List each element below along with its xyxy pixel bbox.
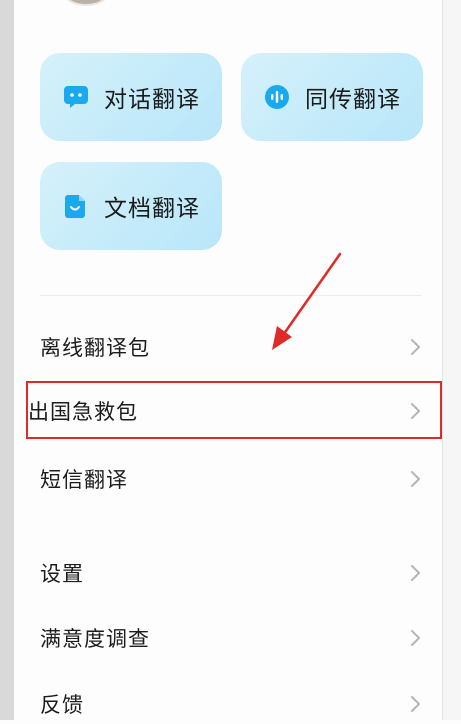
chevron-right-icon [408, 337, 422, 357]
menu-item-settings[interactable]: 设置 [40, 553, 422, 593]
chevron-right-icon [408, 563, 422, 583]
chevron-right-icon [408, 628, 422, 648]
screen-frame-left [0, 0, 14, 720]
menu-item-offline-pack[interactable]: 离线翻译包 [40, 327, 422, 367]
document-translation-card[interactable]: 文档翻译 [40, 162, 222, 250]
simultaneous-translation-card[interactable]: 同传翻译 [241, 53, 423, 141]
section-divider [40, 295, 422, 296]
menu-item-feedback[interactable]: 反馈 [40, 684, 422, 724]
scrollbar-track[interactable] [442, 0, 461, 720]
menu-item-satisfaction-survey[interactable]: 满意度调查 [40, 618, 422, 658]
menu-item-label: 满意度调查 [40, 627, 150, 651]
chevron-right-icon [408, 694, 422, 714]
dialogue-translation-label: 对话翻译 [104, 87, 200, 113]
simultaneous-translation-label: 同传翻译 [305, 87, 401, 113]
voice-wave-icon [263, 83, 291, 111]
menu-item-sms-translation[interactable]: 短信翻译 [40, 459, 422, 499]
menu-item-label: 反馈 [40, 693, 84, 717]
chevron-right-icon [408, 469, 422, 489]
menu-item-label: 设置 [40, 562, 84, 586]
highlight-box [26, 381, 442, 439]
dialogue-translation-card[interactable]: 对话翻译 [40, 53, 222, 141]
menu-item-label: 离线翻译包 [40, 336, 150, 360]
chat-bubble-icon [62, 83, 90, 111]
document-icon [62, 192, 90, 220]
avatar[interactable] [52, 0, 120, 6]
document-translation-label: 文档翻译 [104, 196, 200, 222]
menu-item-label: 短信翻译 [40, 468, 128, 492]
